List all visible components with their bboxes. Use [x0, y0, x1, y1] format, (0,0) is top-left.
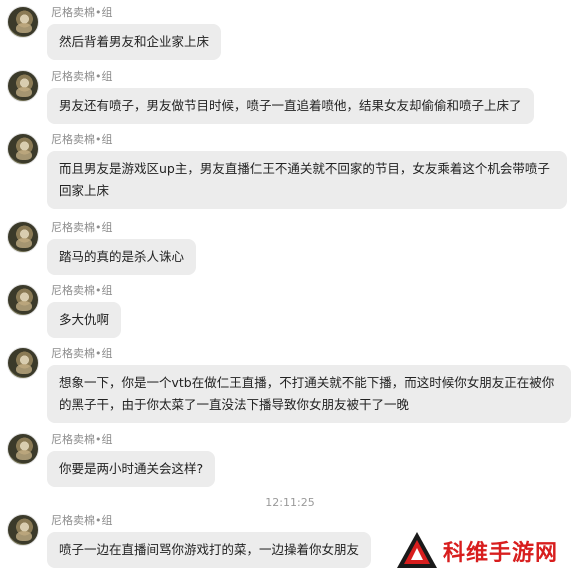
message-bubble: 男友还有喷子，男友做节目时候，喷子一直追着喷他，结果女友却偷偷和喷子上床了	[47, 88, 534, 124]
avatar[interactable]	[7, 514, 39, 546]
sender-name: 尼格卖棉•组	[51, 221, 113, 234]
sender-name: 尼格卖棉•组	[51, 433, 113, 446]
sender-name: 尼格卖棉•组	[51, 6, 113, 19]
avatar[interactable]	[7, 6, 39, 38]
watermark-text: 科维手游网	[443, 541, 559, 566]
message-bubble: 然后背着男友和企业家上床	[47, 24, 222, 60]
avatar[interactable]	[7, 221, 39, 253]
avatar[interactable]	[7, 284, 39, 316]
message-bubble: 而且男友是游戏区up主，男友直播仁王不通关就不回家的节目，女友乘着这个机会带喷子…	[47, 151, 567, 209]
timestamp: 12:11:25	[265, 496, 315, 509]
sender-name: 尼格卖棉•组	[51, 70, 113, 83]
sender-name: 尼格卖棉•组	[51, 347, 113, 360]
watermark: 科维手游网	[395, 528, 575, 572]
avatar[interactable]	[7, 347, 39, 379]
sender-name: 尼格卖棉•组	[51, 284, 113, 297]
avatar[interactable]	[7, 133, 39, 165]
message-bubble: 你要是两小时通关会这样?	[47, 451, 216, 487]
sender-name: 尼格卖棉•组	[51, 514, 113, 527]
avatar[interactable]	[7, 433, 39, 465]
message-bubble: 想象一下，你是一个vtb在做仁王直播，不打通关就不能下播，而这时候你女朋友正在被…	[47, 365, 571, 423]
message-bubble: 喷子一边在直播间骂你游戏打的菜，一边操着你女朋友	[47, 532, 372, 568]
message-bubble: 多大仇啊	[47, 302, 122, 338]
watermark-logo-icon	[397, 532, 437, 568]
sender-name: 尼格卖棉•组	[51, 133, 113, 146]
message-bubble: 踏马的真的是杀人诛心	[47, 239, 197, 275]
avatar[interactable]	[7, 70, 39, 102]
